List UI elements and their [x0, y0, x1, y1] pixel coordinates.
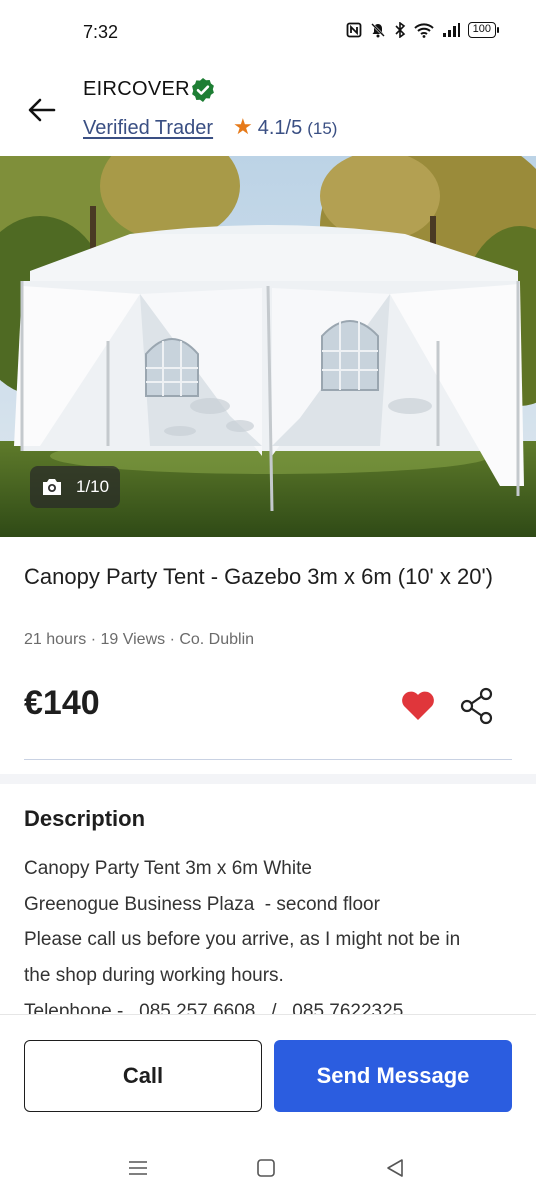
rating-value: 4.1/5: [257, 117, 303, 139]
description-section: Description Canopy Party Tent 3m x 6m Wh…: [0, 774, 536, 1022]
description-body: Canopy Party Tent 3m x 6m White Greenogu…: [24, 851, 524, 1030]
verified-badge-icon: [192, 78, 214, 102]
rating-count: (15): [307, 119, 338, 138]
seller-rating[interactable]: ★ 4.1/5 (15): [233, 114, 338, 140]
seller-name[interactable]: EIRCOVER: [83, 78, 190, 101]
divider: [24, 759, 512, 760]
status-time: 7:32: [83, 22, 119, 42]
system-nav-bar: [0, 1140, 536, 1200]
signal-icon: [442, 23, 460, 37]
listing-price: €140: [24, 684, 100, 722]
heart-icon: [402, 691, 434, 720]
description-line: Please call us before you arrive, as I m…: [24, 929, 461, 951]
wifi-icon: [413, 23, 434, 38]
share-button[interactable]: [458, 686, 496, 726]
camera-icon: [43, 479, 61, 495]
description-line: Canopy Party Tent 3m x 6m White: [24, 858, 312, 879]
home-icon: [257, 1159, 275, 1177]
description-line: the shop during working hours.: [24, 965, 284, 987]
back-triangle-icon: [387, 1159, 403, 1177]
verified-trader-link[interactable]: Verified Trader: [83, 117, 213, 140]
battery-icon: 100: [467, 22, 500, 38]
status-icons: 100: [346, 22, 500, 38]
listing-meta: 21 hours · 19 Views · Co. Dublin: [24, 631, 255, 648]
listing-title: Canopy Party Tent - Gazebo 3m x 6m (10' …: [24, 564, 493, 589]
star-icon: ★: [233, 114, 253, 139]
photo-counter: 1/10: [30, 466, 120, 508]
back-button[interactable]: [24, 92, 60, 128]
bluetooth-icon: [395, 22, 405, 38]
send-message-button[interactable]: Send Message: [274, 1040, 512, 1112]
seller-header: EIRCOVER Verified Trader ★ 4.1/5 (15): [0, 66, 536, 156]
description-line: Greenogue Business Plaza - second floor: [24, 893, 380, 915]
home-button[interactable]: [251, 1154, 281, 1182]
call-button[interactable]: Call: [24, 1040, 262, 1112]
share-icon: [460, 687, 493, 725]
back-arrow-icon: [28, 98, 56, 122]
nfc-icon: [346, 22, 362, 38]
photo-counter-text: 1/10: [76, 477, 110, 496]
favourite-button[interactable]: [398, 686, 438, 726]
status-bar: 7:32 100: [0, 0, 536, 66]
description-heading: Description: [24, 806, 146, 831]
recent-apps-button[interactable]: [123, 1154, 153, 1182]
mute-icon: [370, 23, 385, 38]
menu-icon: [129, 1161, 147, 1175]
system-back-button[interactable]: [380, 1154, 410, 1182]
